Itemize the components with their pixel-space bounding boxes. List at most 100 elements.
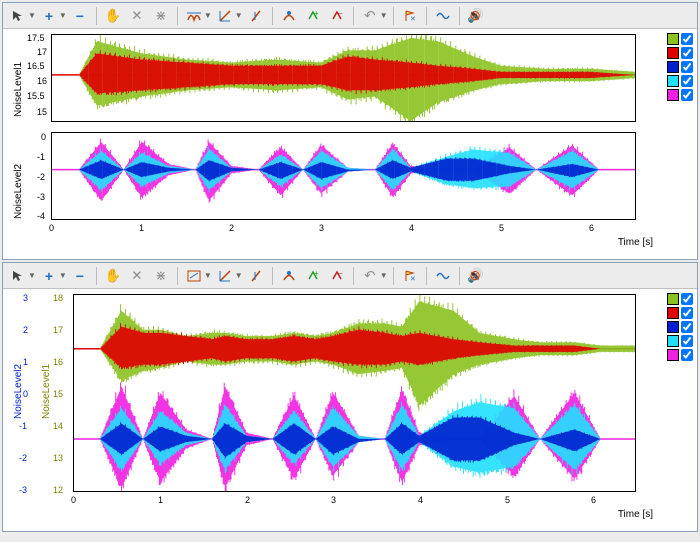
- plus-icon: +: [45, 8, 53, 24]
- xtick: 1: [139, 223, 144, 233]
- settings-button[interactable]: [432, 6, 454, 26]
- ytick-l: 1: [23, 357, 28, 367]
- plot-main-1[interactable]: NoiseLevel1 17.5 17 16.5 16 15.5 15 Nois…: [3, 29, 665, 259]
- legend-swatch: [667, 293, 679, 305]
- pointer-tool[interactable]: [7, 6, 29, 26]
- legend-swatch: [667, 33, 679, 45]
- legend-swatch: [667, 89, 679, 101]
- plot-main-2[interactable]: NoiseLevel2 NoiseLevel1 3 2 1 0 -1 -2 -3…: [3, 289, 665, 531]
- measure-tool-1[interactable]: ✕: [126, 6, 148, 26]
- xtick: 5: [505, 495, 510, 505]
- zoom-in-button[interactable]: +: [38, 266, 60, 286]
- ytick-l: -3: [19, 485, 27, 495]
- hand-icon: ✋: [105, 8, 122, 24]
- ytick: 16: [37, 76, 47, 86]
- legend-swatch: [667, 349, 679, 361]
- xtick: 4: [418, 495, 423, 505]
- autoscale-button[interactable]: [183, 6, 205, 26]
- ytick: -1: [37, 152, 45, 162]
- ylabel-noise2: NoiseLevel2: [13, 164, 24, 219]
- marker-a-button[interactable]: [278, 6, 300, 26]
- undo-button[interactable]: ↶: [359, 266, 381, 286]
- xtick: 5: [499, 223, 504, 233]
- undo-icon: ↶: [364, 8, 375, 24]
- ytick: 15.5: [27, 91, 45, 101]
- ytick-r: 15: [53, 389, 63, 399]
- ytick-l: 3: [23, 293, 28, 303]
- legend-checkbox-series-3[interactable]: [681, 61, 693, 73]
- pan-tool[interactable]: ✋: [102, 266, 124, 286]
- legend-checkbox-series-2[interactable]: [681, 307, 693, 319]
- cross-line-icon: ⋇: [155, 8, 166, 24]
- cross-line-icon: ⋇: [155, 268, 166, 284]
- xtick: 2: [245, 495, 250, 505]
- legend-swatch: [667, 307, 679, 319]
- xtick: 1: [158, 495, 163, 505]
- pan-tool[interactable]: ✋: [102, 6, 124, 26]
- xlabel-1: Time [s]: [618, 237, 653, 248]
- legend-checkbox-series-4[interactable]: [681, 335, 693, 347]
- scale-y-button[interactable]: [245, 266, 267, 286]
- legend-swatch: [667, 321, 679, 333]
- xtick: 2: [229, 223, 234, 233]
- measure-tool-2[interactable]: ⋇: [150, 266, 172, 286]
- marker-add-button[interactable]: +: [302, 266, 324, 286]
- svg-text:−: −: [338, 270, 343, 278]
- xtick: 3: [331, 495, 336, 505]
- mute-button[interactable]: 🔊⊘: [465, 6, 487, 26]
- minus-icon: −: [76, 8, 84, 24]
- zoom-out-button[interactable]: −: [69, 266, 91, 286]
- legend-row-series-1: [667, 33, 695, 45]
- ytick-r: 16: [53, 357, 63, 367]
- flag-button[interactable]: ✕: [399, 6, 421, 26]
- xtick: 6: [589, 223, 594, 233]
- ytick-r: 14: [53, 421, 63, 431]
- legend-checkbox-series-1[interactable]: [681, 293, 693, 305]
- legend-row-series-2: [667, 307, 695, 319]
- legend-checkbox-series-1[interactable]: [681, 33, 693, 45]
- marker-a-button[interactable]: [278, 266, 300, 286]
- autoscale-button[interactable]: [183, 266, 205, 286]
- legend-row-series-4: [667, 335, 695, 347]
- minus-icon: −: [76, 268, 84, 284]
- legend-checkbox-series-2[interactable]: [681, 47, 693, 59]
- ytick-l: -2: [19, 453, 27, 463]
- svg-text:✕: ✕: [410, 276, 416, 282]
- panel-1: ▼ +▼ − ✋ ✕ ⋇ ▼ ▼ + − ↶▼ ✕ 🔊⊘ NoiseLevel1…: [2, 2, 698, 260]
- scale-y-button[interactable]: [245, 6, 267, 26]
- scale-graph-button[interactable]: [214, 266, 236, 286]
- zoom-in-button[interactable]: +: [38, 6, 60, 26]
- measure-tool-2[interactable]: ⋇: [150, 6, 172, 26]
- mute-button[interactable]: 🔊⊘: [465, 266, 487, 286]
- waveform-1b: [52, 133, 635, 219]
- ylabel-noise1: NoiseLevel1: [13, 62, 24, 117]
- marker-remove-button[interactable]: −: [326, 6, 348, 26]
- ylabel-right: NoiseLevel1: [41, 364, 52, 419]
- flag-button[interactable]: ✕: [399, 266, 421, 286]
- scale-graph-button[interactable]: [214, 6, 236, 26]
- cross-icon: ✕: [131, 268, 142, 284]
- marker-remove-button[interactable]: −: [326, 266, 348, 286]
- measure-tool-1[interactable]: ✕: [126, 266, 148, 286]
- settings-button[interactable]: [432, 266, 454, 286]
- xlabel-2: Time [s]: [618, 509, 653, 520]
- legend-row-series-4: [667, 75, 695, 87]
- legend-row-series-5: [667, 349, 695, 361]
- plot-area-2: NoiseLevel2 NoiseLevel1 3 2 1 0 -1 -2 -3…: [3, 289, 697, 531]
- legend-swatch: [667, 47, 679, 59]
- pointer-tool[interactable]: [7, 266, 29, 286]
- legend-checkbox-series-4[interactable]: [681, 75, 693, 87]
- hand-icon: ✋: [105, 268, 122, 284]
- zoom-out-button[interactable]: −: [69, 6, 91, 26]
- legend-checkbox-series-3[interactable]: [681, 321, 693, 333]
- xtick: 0: [71, 495, 76, 505]
- undo-button[interactable]: ↶: [359, 6, 381, 26]
- speaker-off-icon: 🔊⊘: [467, 8, 484, 24]
- legend-checkbox-series-5[interactable]: [681, 89, 693, 101]
- svg-text:+: +: [314, 270, 319, 278]
- ytick-r: 17: [53, 325, 63, 335]
- legend-1: [665, 29, 697, 259]
- legend-checkbox-series-5[interactable]: [681, 349, 693, 361]
- ytick-r: 12: [53, 485, 63, 495]
- marker-add-button[interactable]: +: [302, 6, 324, 26]
